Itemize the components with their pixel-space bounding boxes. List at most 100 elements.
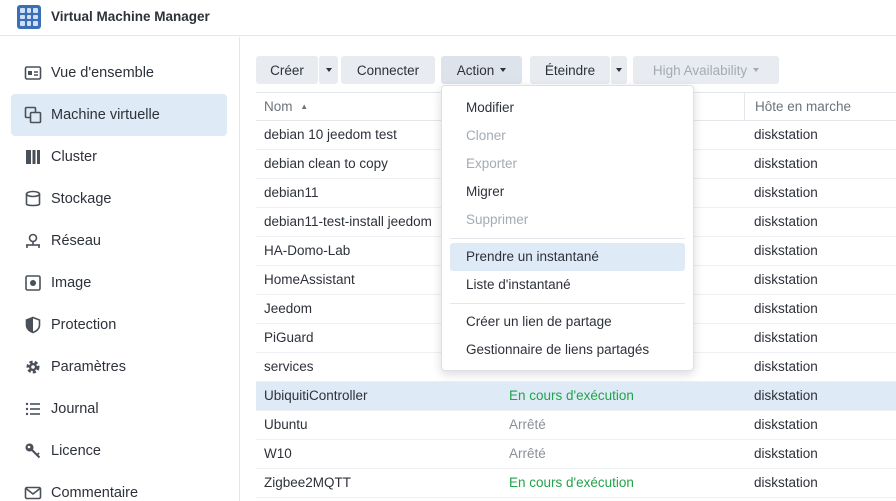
menu-item-label: Liste d'instantané	[466, 277, 571, 292]
sidebar-item-label: Machine virtuelle	[51, 107, 160, 123]
vm-status-cell: En cours d'exécution	[509, 388, 634, 403]
sidebar-item-overview[interactable]: Vue d'ensemble	[11, 52, 227, 94]
vm-name-cell: debian clean to copy	[264, 156, 388, 171]
vm-host-cell: diskstation	[754, 272, 818, 287]
sidebar-item-storage[interactable]: Stockage	[11, 178, 227, 220]
gear-icon	[24, 358, 42, 376]
vm-name-cell: UbiquitiController	[264, 388, 368, 403]
action-button[interactable]: Action	[441, 56, 522, 84]
menu-item-label: Prendre un instantané	[466, 249, 599, 264]
sidebar-item-network[interactable]: Réseau	[11, 220, 227, 262]
menu-item-migrate[interactable]: Migrer	[450, 178, 685, 206]
vm-host-cell: diskstation	[754, 127, 818, 142]
sidebar-item-virtual-machine[interactable]: Machine virtuelle	[11, 94, 227, 136]
storage-icon	[24, 190, 42, 208]
vm-host-cell: diskstation	[754, 359, 818, 374]
sidebar-item-protection[interactable]: Protection	[11, 304, 227, 346]
menu-item-label: Exporter	[466, 156, 518, 171]
virtual-machine-icon	[24, 106, 42, 124]
chevron-down-icon	[500, 68, 507, 72]
high-availability-button[interactable]: High Availability	[633, 56, 779, 84]
vm-name-cell: HomeAssistant	[264, 272, 355, 287]
vm-status-cell: En cours d'exécution	[509, 475, 634, 490]
create-dropdown-button[interactable]	[318, 56, 338, 84]
sidebar-item-journal[interactable]: Journal	[11, 388, 227, 430]
sidebar-item-cluster[interactable]: Cluster	[11, 136, 227, 178]
vm-name-cell: debian11-test-install jeedom	[264, 214, 432, 229]
vm-name-cell: Zigbee2MQTT	[264, 475, 352, 490]
sidebar-item-settings[interactable]: Paramètres	[11, 346, 227, 388]
sidebar-item-image[interactable]: Image	[11, 262, 227, 304]
menu-item-label: Supprimer	[466, 212, 529, 227]
vm-host-cell: diskstation	[754, 446, 818, 461]
vm-host-cell: diskstation	[754, 417, 818, 432]
menu-item-label: Créer un lien de partage	[466, 314, 612, 329]
sidebar-item-license[interactable]: Licence	[11, 430, 227, 472]
network-icon	[24, 232, 42, 250]
create-button[interactable]: Créer	[256, 56, 318, 84]
vm-name-cell: Ubuntu	[264, 417, 308, 432]
sidebar-item-label: Image	[51, 275, 92, 291]
shutdown-dropdown-button[interactable]	[610, 56, 627, 84]
chevron-down-icon	[325, 68, 332, 72]
table-row[interactable]: Zigbee2MQTT En cours d'exécution diskstati…	[256, 469, 896, 498]
shield-icon	[24, 316, 42, 334]
vm-name-cell: W10	[264, 446, 292, 461]
mail-icon	[24, 484, 42, 501]
column-header-host[interactable]: Hôte en marche	[744, 93, 896, 121]
vm-status-cell: Arrêté	[509, 417, 546, 432]
vm-host-cell: diskstation	[754, 156, 818, 171]
chevron-down-icon	[753, 68, 760, 72]
menu-item-snapshot-list[interactable]: Liste d'instantané	[450, 271, 685, 299]
table-row[interactable]: UbiquitiController En cours d'exécution di…	[256, 382, 896, 411]
table-row[interactable]: Ubuntu Arrêté diskstation	[256, 411, 896, 440]
menu-item-label: Modifier	[466, 100, 515, 115]
sort-ascending-icon: ▲	[300, 102, 309, 111]
sidebar-item-label: Journal	[51, 401, 99, 417]
sidebar-item-label: Stockage	[51, 191, 112, 207]
vm-host-cell: diskstation	[754, 243, 818, 258]
title-bar: Virtual Machine Manager	[0, 0, 896, 36]
menu-item-clone: Cloner	[450, 122, 685, 150]
vm-name-cell: debian 10 jeedom test	[264, 127, 397, 142]
sidebar-item-label: Réseau	[51, 233, 101, 249]
menu-item-label: Cloner	[466, 128, 506, 143]
sidebar: Vue d'ensemble Machine virtuelle Cluster…	[0, 37, 240, 501]
menu-item-export: Exporter	[450, 150, 685, 178]
vm-host-cell: diskstation	[754, 301, 818, 316]
menu-separator	[450, 238, 685, 239]
action-button-label: Action	[456, 62, 495, 78]
vm-host-cell: diskstation	[754, 214, 818, 229]
sidebar-item-label: Vue d'ensemble	[51, 65, 154, 81]
vm-name-cell: debian11	[264, 185, 319, 200]
column-header-host-label: Hôte en marche	[755, 99, 852, 114]
action-menu: Modifier Cloner Exporter Migrer Supprime…	[441, 85, 694, 371]
sidebar-item-label: Licence	[51, 443, 101, 459]
shutdown-button-label: Éteindre	[544, 62, 596, 78]
high-availability-button-label: High Availability	[652, 62, 748, 78]
sidebar-item-label: Paramètres	[51, 359, 126, 375]
connect-button-label: Connecter	[356, 62, 420, 78]
key-icon	[24, 442, 42, 460]
menu-item-modify[interactable]: Modifier	[450, 94, 685, 122]
menu-separator	[450, 303, 685, 304]
connect-button[interactable]: Connecter	[341, 56, 435, 84]
vm-name-cell: services	[264, 359, 314, 374]
shutdown-button[interactable]: Éteindre	[530, 56, 610, 84]
sidebar-item-label: Cluster	[51, 149, 97, 165]
vm-name-cell: HA-Domo-Lab	[264, 243, 351, 258]
vm-host-cell: diskstation	[754, 388, 818, 403]
menu-item-delete: Supprimer	[450, 206, 685, 234]
vm-host-cell: diskstation	[754, 330, 818, 345]
menu-item-take-snapshot[interactable]: Prendre un instantané	[450, 243, 685, 271]
sidebar-item-feedback[interactable]: Commentaire	[11, 472, 227, 501]
chevron-down-icon	[616, 68, 622, 72]
image-icon	[24, 274, 42, 292]
column-header-name-label: Nom	[264, 99, 293, 114]
vm-name-cell: Jeedom	[264, 301, 313, 316]
menu-item-label: Gestionnaire de liens partagés	[466, 342, 650, 357]
menu-item-share-link-manager[interactable]: Gestionnaire de liens partagés	[450, 336, 685, 364]
table-row[interactable]: W10 Arrêté diskstation	[256, 440, 896, 469]
overview-icon	[24, 64, 42, 82]
menu-item-create-share-link[interactable]: Créer un lien de partage	[450, 308, 685, 336]
